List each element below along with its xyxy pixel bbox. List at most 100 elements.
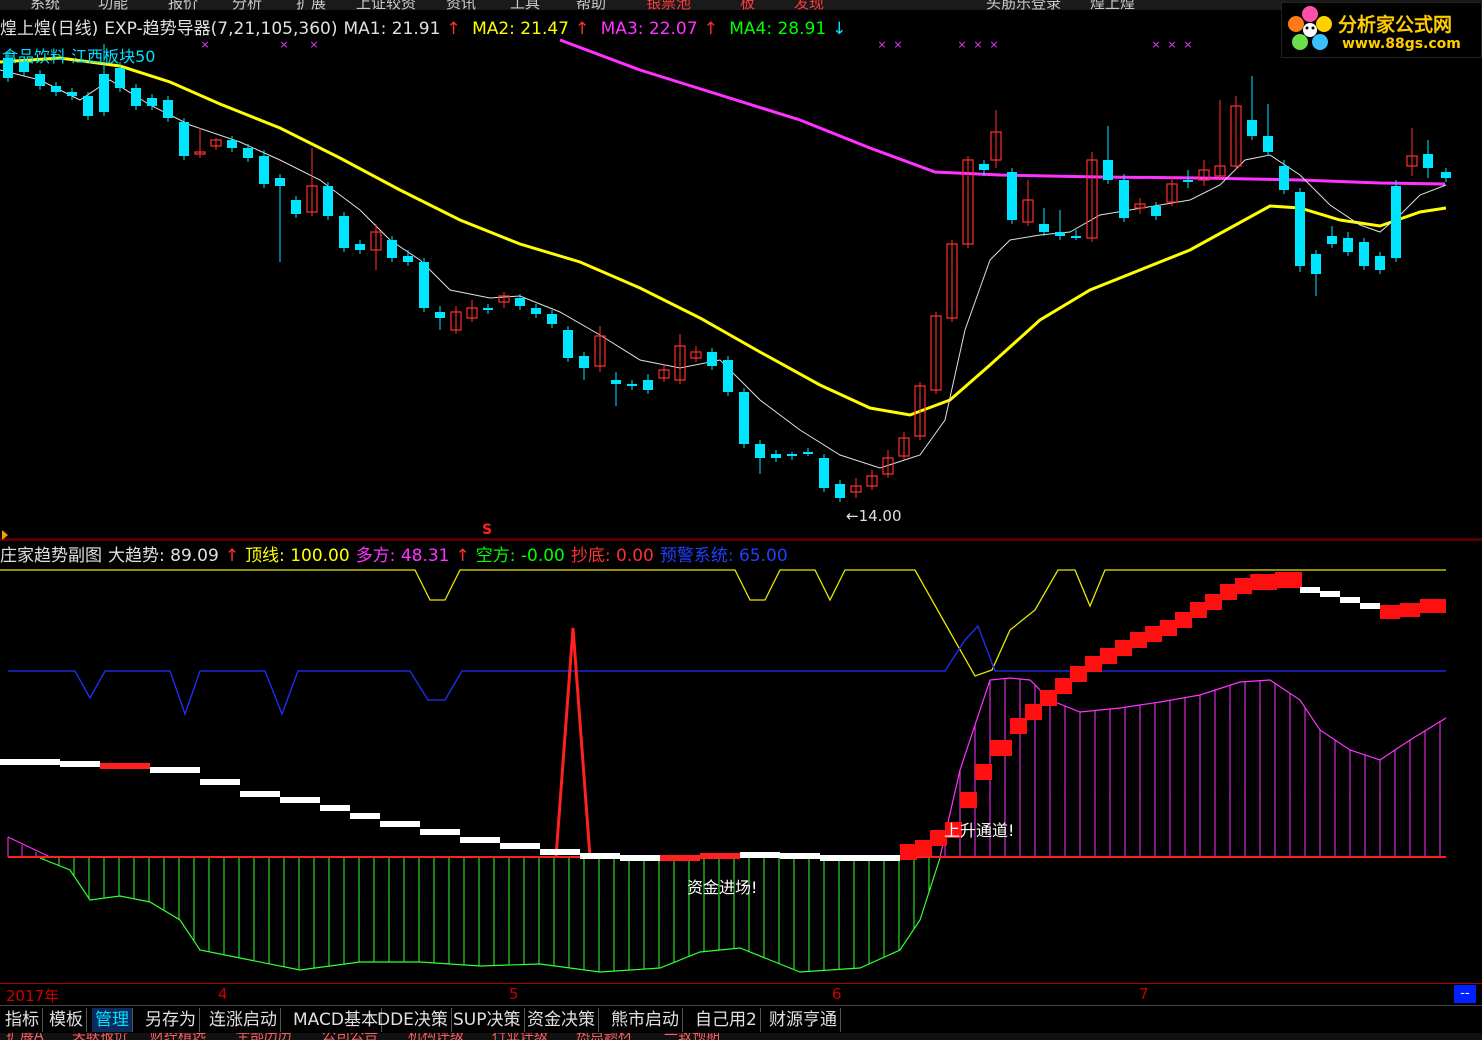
indicator-tab[interactable]: 模板 <box>46 1008 87 1032</box>
sub-indicator-chart[interactable]: 上升通道!资金进场!S <box>0 540 1482 985</box>
time-label: 5 <box>509 985 519 1003</box>
sub-indicator-value: 抄底: 0.00 <box>570 546 654 566</box>
signal-mark: × <box>989 38 998 51</box>
trend-band <box>0 572 1446 861</box>
bottom-link[interactable]: 全部历历 <box>236 1033 292 1040</box>
indicator-tab[interactable]: SUP决策 <box>450 1008 525 1032</box>
sub-indicator-value: 顶线: 100.00 <box>245 546 350 566</box>
price-candle <box>483 304 493 314</box>
price-candle <box>35 70 45 90</box>
price-candle <box>1055 210 1065 240</box>
indicator-tab[interactable]: MACD基本 <box>290 1008 382 1032</box>
indicator-tab[interactable]: DDE决策 <box>374 1008 452 1032</box>
price-candle <box>1198 160 1210 186</box>
price-candle <box>179 118 189 160</box>
indicator-name: EXP-趋势导器(7,21,105,360) <box>104 19 338 39</box>
indicator-tab[interactable]: 另存为 <box>142 1008 200 1032</box>
price-candle <box>1423 140 1433 178</box>
main-price-chart[interactable]: × × × × × × × × × × × ←14.00 <box>0 0 1482 540</box>
low-price-label: ←14.00 <box>846 507 902 525</box>
indicator-tab[interactable]: 自己用2 <box>692 1008 761 1032</box>
indicator-tab[interactable]: 管理 <box>92 1008 133 1032</box>
price-candle <box>419 258 429 312</box>
bottom-link[interactable]: 扩展A <box>6 1033 44 1040</box>
indicator-tab[interactable]: 熊市启动 <box>608 1008 683 1032</box>
price-candle <box>1022 180 1034 226</box>
price-candle <box>1327 226 1337 248</box>
price-candle <box>323 182 333 220</box>
price-candle <box>403 250 413 266</box>
signal-mark: × <box>1151 38 1160 51</box>
sub-indicator-title: 庄家趋势副图 <box>0 546 102 566</box>
trend-arrow-icon: ↑ <box>455 546 470 566</box>
price-candle <box>210 138 222 150</box>
price-candle <box>1086 152 1098 242</box>
signal-s-icon: S <box>482 522 493 538</box>
price-candle <box>131 84 141 110</box>
price-candle <box>819 454 829 492</box>
trend-arrow-icon: ↑ <box>703 19 718 39</box>
price-candle <box>611 372 621 406</box>
price-candle <box>930 312 942 394</box>
bull-histogram-left <box>7 836 51 858</box>
trend-arrow-icon: ↑ <box>224 546 240 566</box>
price-candle <box>1375 252 1385 274</box>
bottom-link[interactable]: 机构评级 <box>408 1033 464 1040</box>
price-candle <box>435 306 445 330</box>
price-candle <box>355 240 365 254</box>
price-candle <box>1103 126 1113 184</box>
time-label: 2017年 <box>6 987 60 1005</box>
sector-label[interactable]: 食品饮料 江西板块50 <box>2 43 155 67</box>
price-candle <box>1214 100 1226 180</box>
price-candle <box>755 440 765 474</box>
ma-value: MA4: 28.91 <box>729 19 827 39</box>
price-candle <box>450 306 462 334</box>
bottom-link[interactable]: 关联报价 <box>72 1033 128 1040</box>
price-candle <box>1007 168 1017 224</box>
scroll-toggle-button[interactable]: -- <box>1454 985 1476 1003</box>
signal-mark: × <box>957 38 966 51</box>
indicator-tab[interactable]: 资金决策 <box>524 1008 599 1032</box>
bottom-link[interactable]: 财经精选 <box>150 1033 206 1040</box>
time-axis: 2017年 4 5 6 7 -- <box>0 983 1482 1006</box>
price-candle <box>163 96 173 122</box>
signal-mark: × <box>200 38 209 51</box>
price-candle <box>1295 188 1305 272</box>
ma3-line <box>559 38 1446 186</box>
price-candle <box>1391 180 1401 262</box>
bottom-link[interactable]: 一致预期 <box>664 1033 720 1040</box>
indicator-tab[interactable]: 连涨启动 <box>206 1008 281 1032</box>
price-candle <box>690 346 702 362</box>
price-candle <box>850 478 862 498</box>
indicator-tab[interactable]: 财源亨通 <box>766 1008 841 1032</box>
price-candle <box>547 310 557 328</box>
price-candle <box>579 352 589 380</box>
price-candle <box>1134 198 1146 214</box>
price-candle <box>898 432 910 460</box>
bottom-link[interactable]: 公司公告 <box>322 1033 378 1040</box>
trend-arrow-icon: ↓ <box>832 19 847 39</box>
price-candle <box>990 110 1002 168</box>
bottom-link[interactable]: 行业评级 <box>492 1033 548 1040</box>
uptrend-annotation: 上升通道! <box>944 821 1014 840</box>
price-candle <box>83 92 93 120</box>
signal-mark: × <box>279 38 288 51</box>
ma-value: MA2: 21.47 <box>472 19 569 39</box>
price-candle <box>1119 174 1129 222</box>
price-candle <box>1311 250 1321 296</box>
price-candle <box>1263 104 1273 156</box>
price-candle <box>658 364 670 382</box>
bottom-link[interactable]: 热点题材 <box>576 1033 632 1040</box>
indicator-tab[interactable]: 指标 <box>2 1008 43 1032</box>
ma-value: MA3: 22.07 <box>600 19 698 39</box>
price-candle <box>946 240 958 322</box>
price-candle <box>627 380 637 390</box>
time-label: 6 <box>832 985 842 1003</box>
price-candle <box>1279 160 1289 194</box>
price-candle <box>370 224 382 270</box>
signal-mark: × <box>309 38 318 51</box>
price-candle <box>466 300 478 322</box>
price-candle <box>1039 208 1049 236</box>
price-candle <box>531 304 541 318</box>
ma1-line <box>0 69 1447 469</box>
